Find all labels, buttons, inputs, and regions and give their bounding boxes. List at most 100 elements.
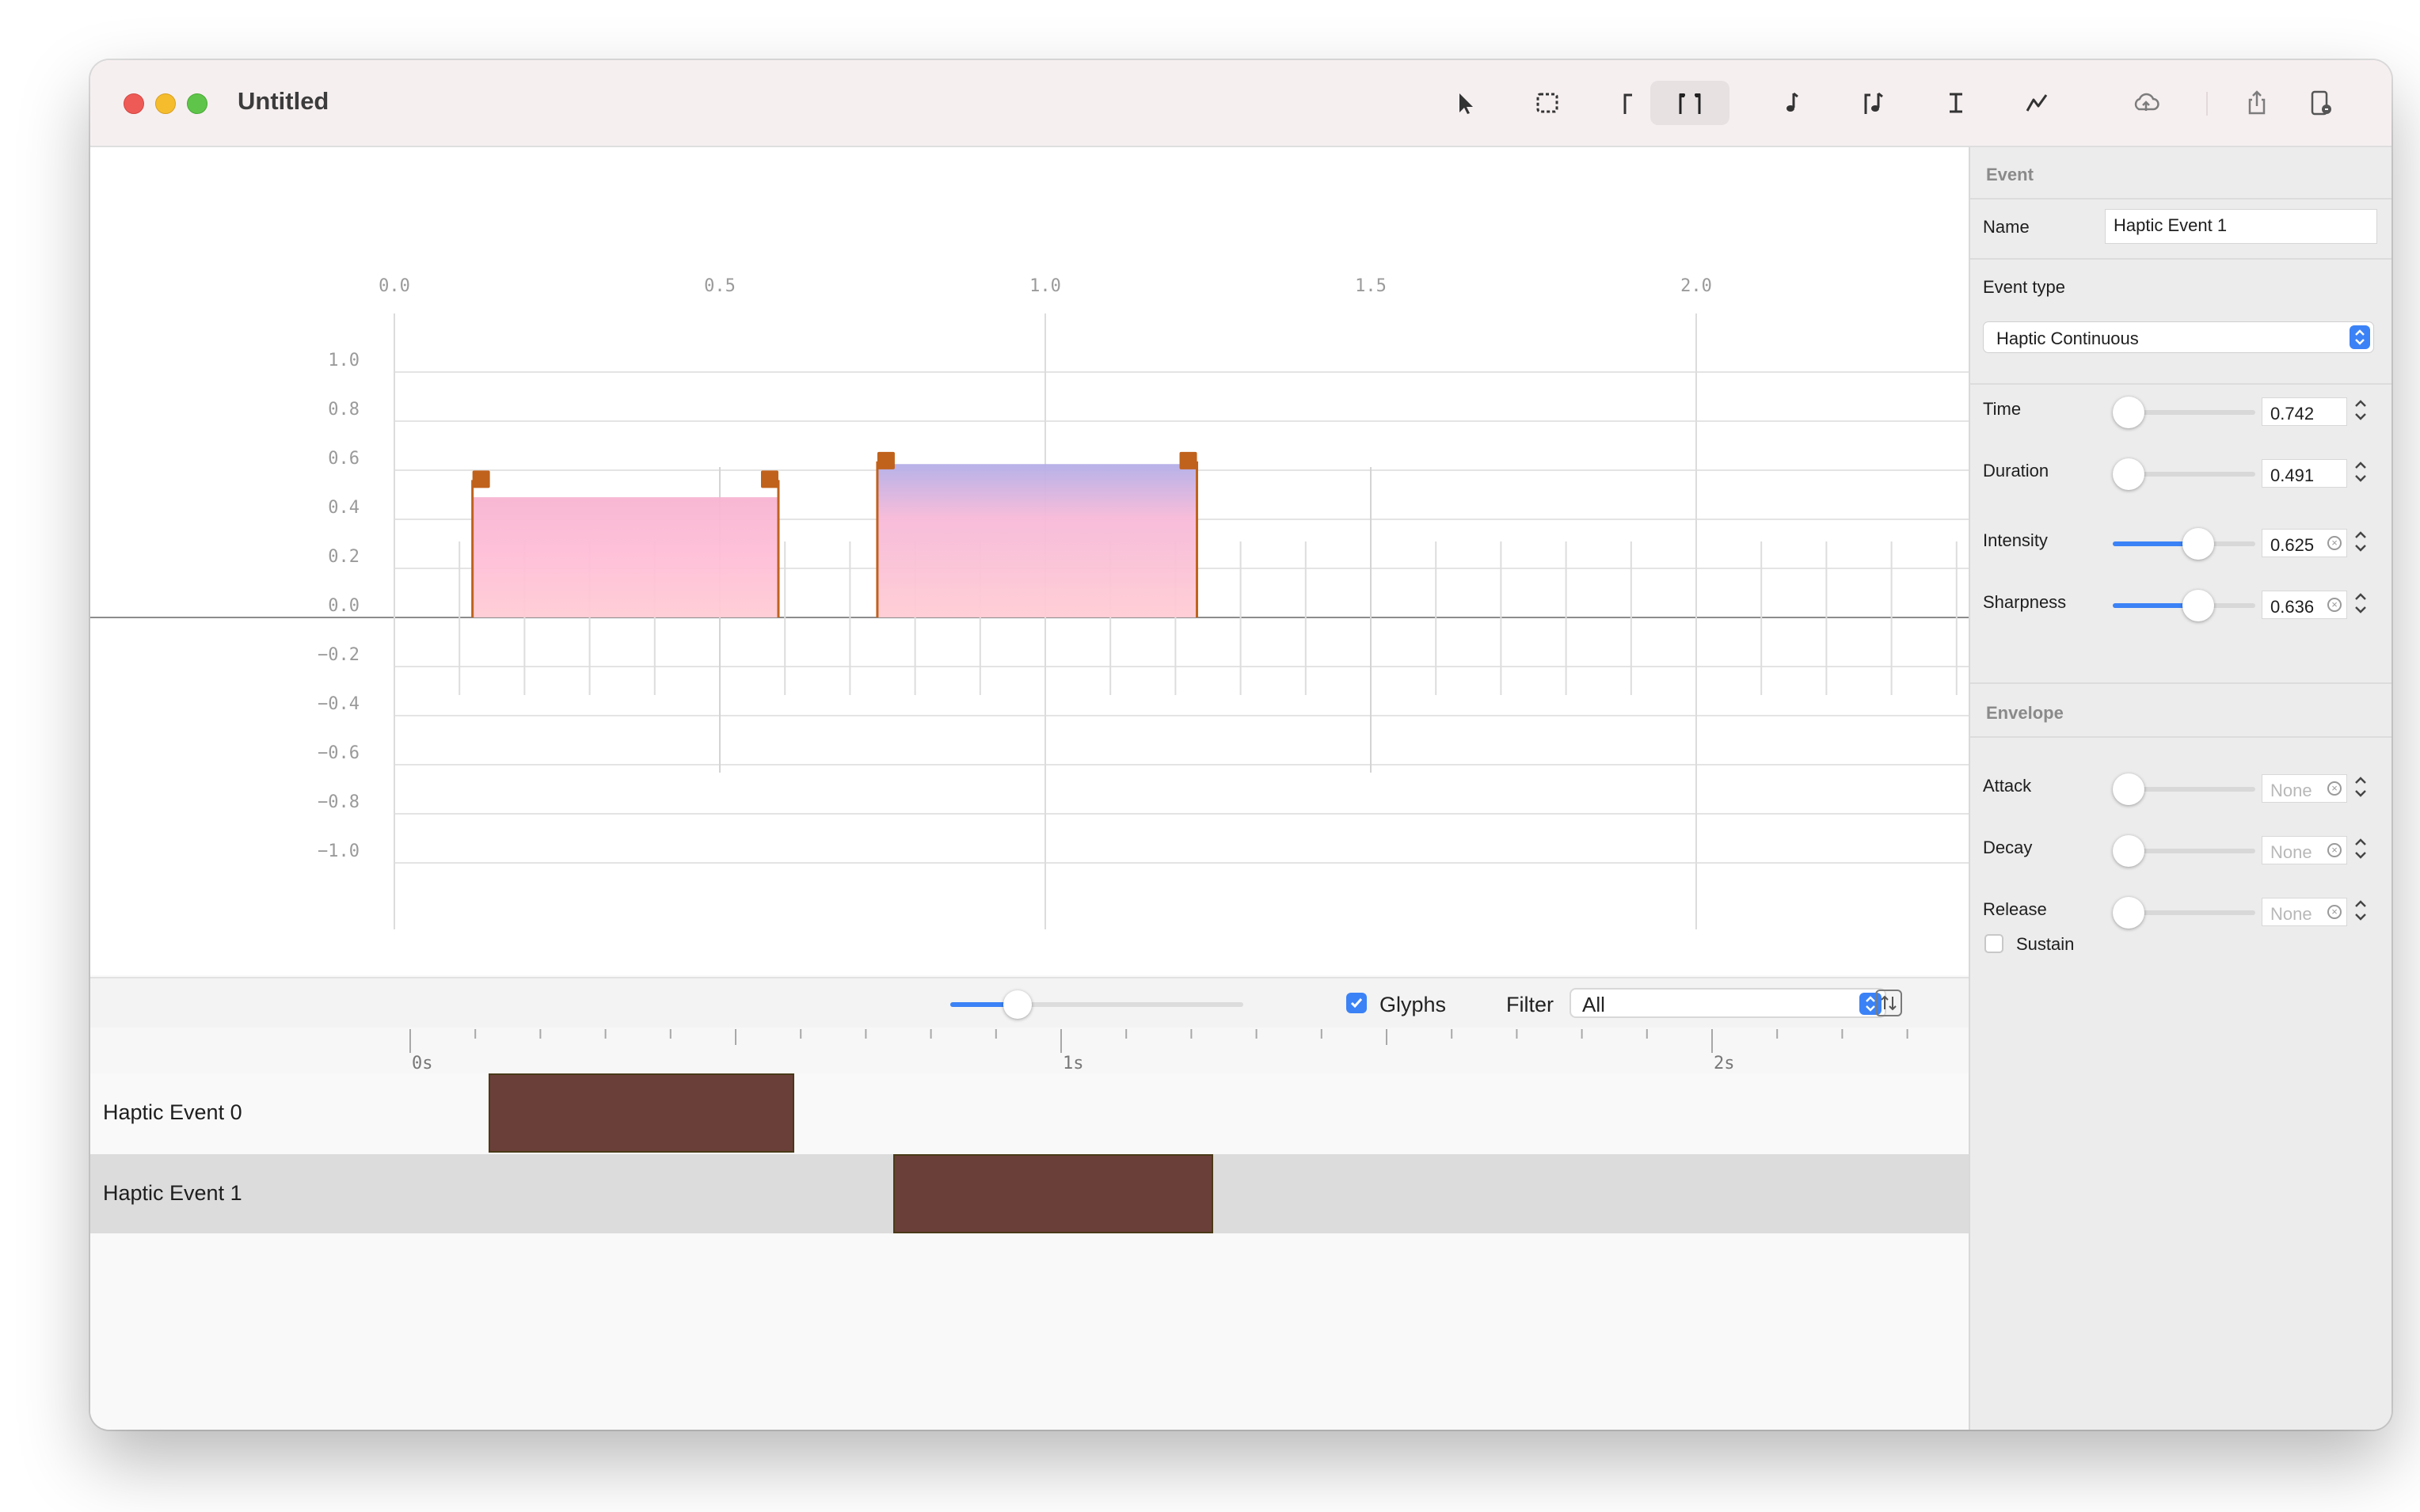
section-divider <box>1970 682 2391 684</box>
share-button[interactable] <box>2233 81 2281 125</box>
event-start-handle[interactable] <box>877 451 895 469</box>
event-block[interactable] <box>488 1073 794 1153</box>
device-icon <box>2311 90 2331 116</box>
envelope-slider[interactable] <box>2113 835 2255 867</box>
param-slider[interactable] <box>2113 458 2255 490</box>
timeline-control-bar: Glyphs Filter All <box>90 977 1969 1028</box>
param-stepper[interactable] <box>2352 587 2369 619</box>
param-value-field[interactable]: 0.742 <box>2262 397 2347 426</box>
envelope-slider-knob[interactable] <box>2113 897 2144 929</box>
y-tick-label: 0.2 <box>328 547 360 567</box>
envelope-stepper[interactable] <box>2352 771 2369 803</box>
param-stepper[interactable] <box>2352 394 2369 426</box>
param-stepper[interactable] <box>2352 456 2369 488</box>
event-end-handle[interactable] <box>1179 451 1197 469</box>
event-editor[interactable]: 0.0 0.5 1.0 1.5 2.0 1.0 0.8 0.6 0.4 0.2 0.0 −0.2 −0.… <box>90 147 1969 975</box>
event-intensity-area[interactable] <box>472 497 778 617</box>
param-slider-knob[interactable] <box>2182 590 2214 621</box>
clear-icon[interactable]: × <box>2327 781 2342 796</box>
envelope-stepper[interactable] <box>2352 895 2369 926</box>
filter-select[interactable]: All <box>1570 988 1886 1018</box>
envelope-section-header: Envelope <box>1986 703 2064 723</box>
clear-icon[interactable]: × <box>2327 598 2342 612</box>
share-icon <box>2248 90 2266 115</box>
pointer-tool-button[interactable] <box>1441 81 1489 125</box>
event-type-popup[interactable]: Haptic Continuous <box>1983 321 2374 353</box>
toolbar-separator <box>2206 92 2208 116</box>
event-end-handle[interactable] <box>760 470 778 488</box>
text-cursor-tool-button[interactable] <box>1932 81 1980 125</box>
device-button[interactable] <box>2296 81 2344 125</box>
event-start-handle[interactable] <box>472 470 490 488</box>
param-label: Time <box>1983 399 2022 419</box>
param-label: Sharpness <box>1983 592 2067 612</box>
curve-tool-button[interactable] <box>2013 81 2060 125</box>
envelope-value-field[interactable]: None × <box>2262 898 2347 926</box>
param-slider[interactable] <box>2113 590 2255 621</box>
param-slider-knob[interactable] <box>2113 397 2144 428</box>
event-track-row[interactable]: Haptic Event 1 <box>90 1154 1969 1233</box>
section-divider <box>1970 736 2391 738</box>
y-tick-label: −0.4 <box>318 694 360 714</box>
envelope-label: Attack <box>1983 776 2032 796</box>
continuous-tool-button[interactable] <box>1650 81 1729 125</box>
popup-chevrons-icon <box>2350 325 2370 349</box>
minimize-button[interactable] <box>155 93 176 114</box>
envelope-slider[interactable] <box>2113 773 2255 805</box>
event-chart[interactable]: 0.0 0.5 1.0 1.5 2.0 1.0 0.8 0.6 0.4 0.2 0.0 −0.2 −0.… <box>90 147 1969 975</box>
name-label: Name <box>1983 217 2030 237</box>
param-label: Duration <box>1983 461 2049 481</box>
y-tick-label: −0.2 <box>318 645 360 665</box>
envelope-slider[interactable] <box>2113 897 2255 929</box>
clear-icon[interactable]: × <box>2327 905 2342 919</box>
param-value: 0.491 <box>2270 465 2315 485</box>
event-intensity-area[interactable] <box>877 464 1197 617</box>
envelope-value-field[interactable]: None × <box>2262 836 2347 864</box>
event-block[interactable] <box>892 1154 1213 1233</box>
curve-icon <box>2026 94 2048 112</box>
x-tick-label: 0.0 <box>379 276 410 296</box>
y-tick-label: 0.8 <box>328 400 360 420</box>
param-value-field[interactable]: 0.636 × <box>2262 591 2347 619</box>
transient-event-icon <box>1623 93 1632 114</box>
swap-order-button[interactable] <box>1875 990 1902 1016</box>
param-value: 0.742 <box>2270 404 2315 424</box>
cloud-upload-button[interactable] <box>2122 81 2170 125</box>
track-label: Haptic Event 1 <box>103 1181 242 1205</box>
envelope-slider-knob[interactable] <box>2113 835 2144 867</box>
envelope-slider-knob[interactable] <box>2113 773 2144 805</box>
text-cursor-icon <box>1950 93 1962 113</box>
audio-event-tool-button[interactable] <box>1850 81 1897 125</box>
close-button[interactable] <box>124 93 144 114</box>
envelope-label: Release <box>1983 899 2047 919</box>
audio-event-icon <box>1864 92 1883 114</box>
clear-icon[interactable]: × <box>2327 843 2342 857</box>
marquee-tool-button[interactable] <box>1524 81 1571 125</box>
zoom-button[interactable] <box>187 93 207 114</box>
timeline-ruler-ticks: 0s 1s 2s <box>409 1029 1908 1073</box>
param-value-field[interactable]: 0.491 <box>2262 459 2347 488</box>
note-tool-button[interactable] <box>1769 81 1817 125</box>
transient-tool-button[interactable] <box>1604 81 1652 125</box>
x-tick-label: 1.5 <box>1355 276 1387 296</box>
param-value-field[interactable]: 0.625 × <box>2262 529 2347 557</box>
event-track-row[interactable]: Haptic Event 0 <box>90 1073 1969 1153</box>
clear-icon[interactable]: × <box>2327 536 2342 550</box>
name-field[interactable]: Haptic Event 1 <box>2105 209 2377 244</box>
envelope-placeholder: None <box>2270 781 2312 800</box>
param-stepper[interactable] <box>2352 526 2369 557</box>
sustain-checkbox[interactable] <box>1984 934 2003 953</box>
param-slider-knob[interactable] <box>2113 458 2144 490</box>
envelope-stepper[interactable] <box>2352 833 2369 864</box>
glyphs-checkbox[interactable] <box>1346 993 1367 1013</box>
param-slider[interactable] <box>2113 397 2255 428</box>
zoom-slider-knob[interactable] <box>1003 990 1033 1019</box>
cloud-upload-icon <box>2134 93 2159 111</box>
param-slider[interactable] <box>2113 528 2255 560</box>
sustain-label: Sustain <box>2016 934 2075 954</box>
param-slider-knob[interactable] <box>2182 528 2214 560</box>
timeline-zoom-slider[interactable] <box>950 990 1243 1019</box>
envelope-placeholder: None <box>2270 842 2312 862</box>
section-divider <box>1970 383 2391 385</box>
envelope-value-field[interactable]: None × <box>2262 774 2347 803</box>
